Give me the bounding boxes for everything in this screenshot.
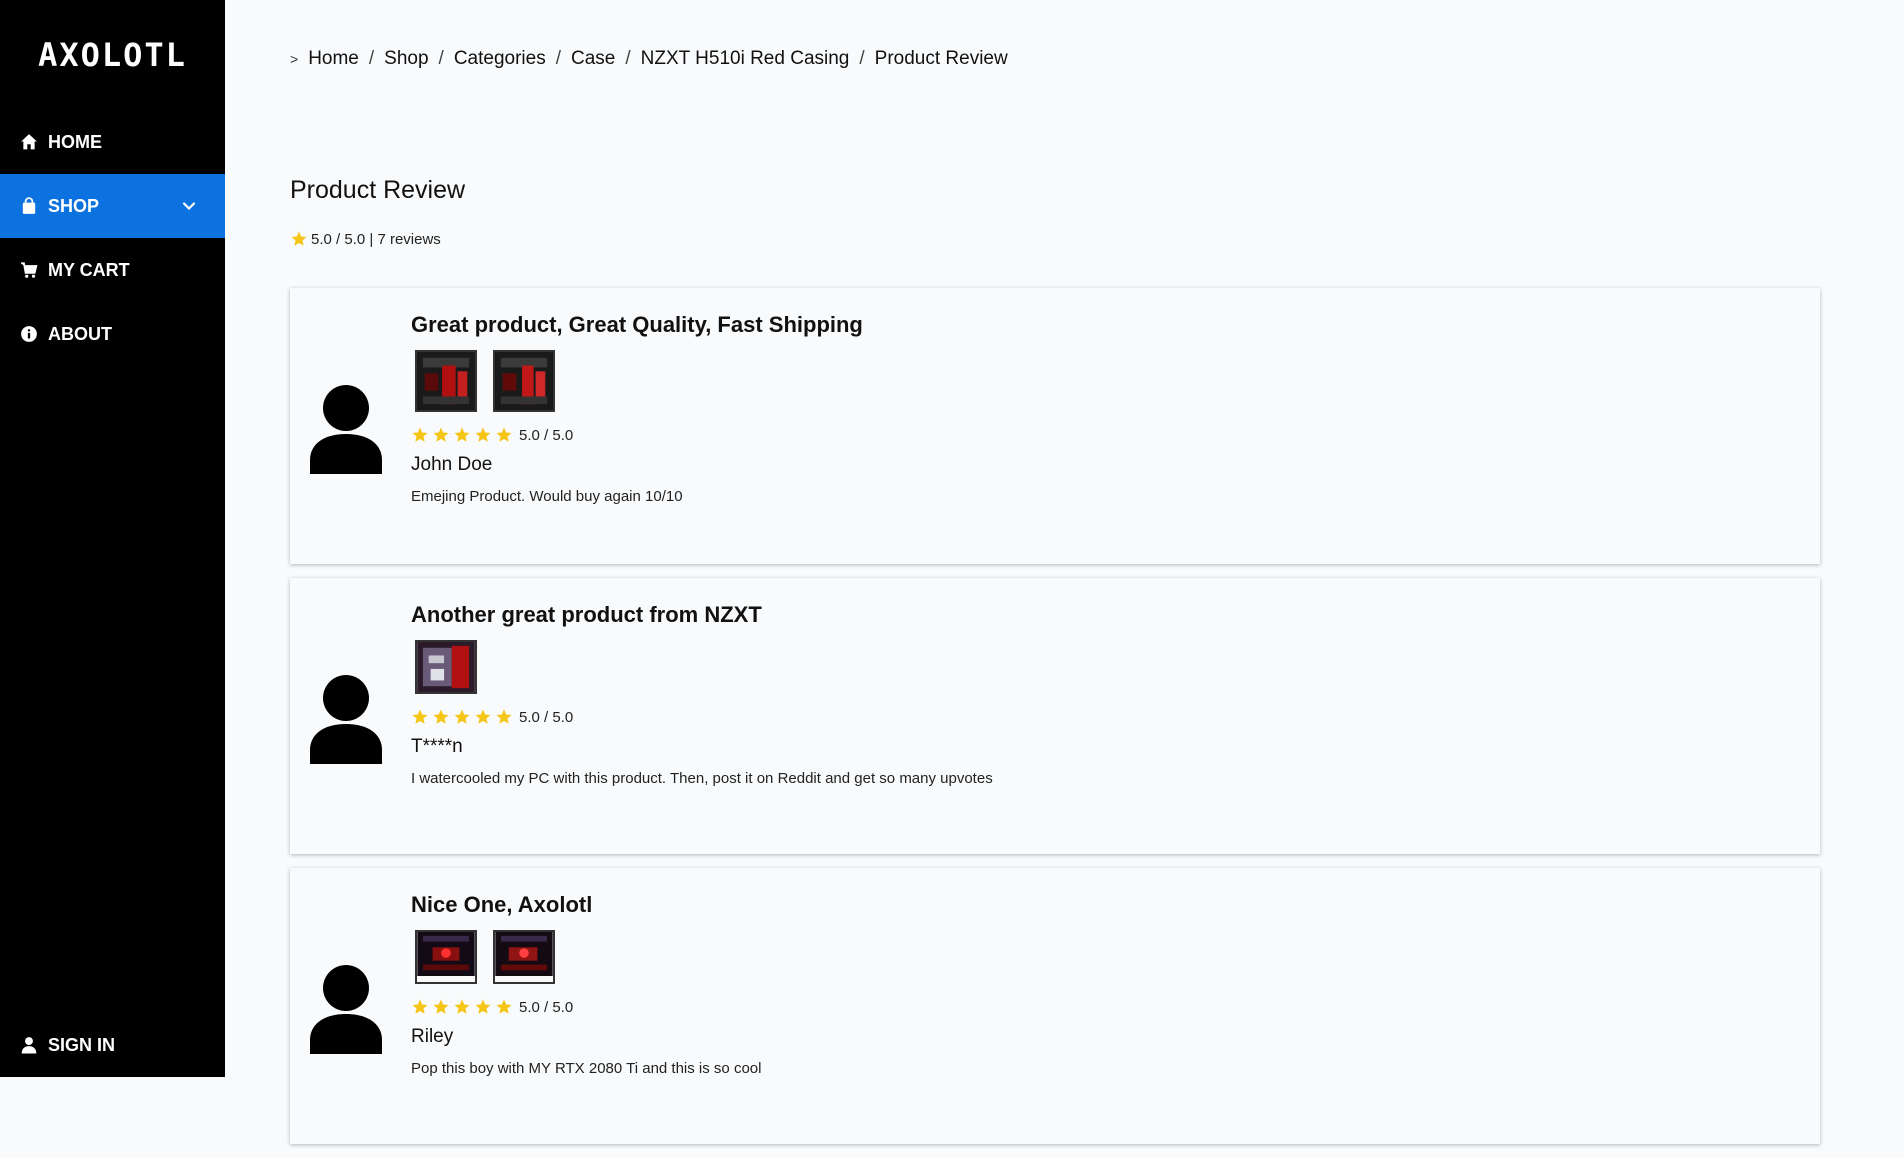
- star-icon: [412, 709, 428, 724]
- review-card: Another great product from NZXT 5.0 / 5.…: [290, 578, 1820, 854]
- star-icon: [412, 427, 428, 442]
- reviewer-name: T****n: [411, 736, 463, 757]
- review-title: Another great product from NZXT: [411, 602, 762, 627]
- review-photo-thumbnail[interactable]: [493, 930, 555, 984]
- avatar: [310, 675, 382, 764]
- review-title: Nice One, Axolotl: [411, 892, 593, 917]
- review-rating: 5.0 / 5.0: [411, 708, 1800, 726]
- review-photos: [411, 930, 1800, 984]
- review-photo-thumbnail[interactable]: [415, 930, 477, 984]
- review-photo-thumbnail[interactable]: [415, 350, 477, 412]
- breadcrumb-product[interactable]: NZXT H510i Red Casing: [641, 48, 850, 70]
- main-content: > Home / Shop / Categories / Case / NZXT…: [225, 0, 1904, 1144]
- review-comment: Emejing Product. Would buy again 10/10: [411, 488, 683, 505]
- star-icon: [496, 999, 512, 1014]
- breadcrumb-home[interactable]: Home: [308, 48, 359, 70]
- sidebar-item-home[interactable]: HOME: [0, 110, 225, 174]
- review-list: Great product, Great Quality, Fast Shipp…: [290, 288, 1820, 1158]
- info-icon: [20, 325, 38, 343]
- breadcrumb-case[interactable]: Case: [571, 48, 615, 70]
- page-title: Product Review: [290, 176, 466, 204]
- star-icon: [496, 427, 512, 442]
- review-rating: 5.0 / 5.0: [411, 998, 1800, 1016]
- star-icon: [433, 427, 449, 442]
- review-photo-thumbnail[interactable]: [415, 640, 477, 694]
- review-card: Nice One, Axolotl 5.0 / 5.0 Riley Pop th…: [290, 868, 1820, 1144]
- cart-icon: [20, 261, 38, 279]
- shopping-bag-icon: [20, 197, 38, 215]
- breadcrumb-separator: /: [555, 48, 561, 69]
- sidebar-item-label: SHOP: [48, 195, 100, 216]
- chevron-down-icon[interactable]: [181, 198, 197, 214]
- review-rating-value: 5.0 / 5.0: [519, 426, 574, 444]
- summary-review-count: 7 reviews: [377, 230, 441, 248]
- star-icon: [454, 999, 470, 1014]
- breadcrumb-separator: /: [859, 48, 865, 69]
- star-icon: [412, 999, 428, 1014]
- reviewer-name: Riley: [411, 1026, 454, 1047]
- star-icon: [496, 709, 512, 724]
- sidebar-item-label: MY CART: [48, 259, 130, 280]
- home-icon: [20, 133, 38, 151]
- sidebar: AXOLOTL HOME SHOP MY CART ABOUT SIGN IN: [0, 0, 225, 1077]
- star-icon: [291, 231, 307, 246]
- star-icon: [475, 709, 491, 724]
- star-icon: [454, 427, 470, 442]
- breadcrumb-caret: >: [290, 51, 299, 67]
- review-card: Great product, Great Quality, Fast Shipp…: [290, 288, 1820, 564]
- star-icon: [454, 709, 470, 724]
- sidebar-item-label: ABOUT: [48, 323, 112, 344]
- reviewer-name: John Doe: [411, 454, 493, 475]
- summary-rating: 5.0 / 5.0: [311, 230, 366, 248]
- review-rating-value: 5.0 / 5.0: [519, 708, 574, 726]
- review-rating: 5.0 / 5.0: [411, 426, 1800, 444]
- review-rating-value: 5.0 / 5.0: [519, 998, 574, 1016]
- sign-in-label: SIGN IN: [48, 1034, 116, 1055]
- breadcrumb-separator: /: [625, 48, 631, 69]
- review-comment: Pop this boy with MY RTX 2080 Ti and thi…: [411, 1060, 762, 1077]
- rating-summary: 5.0 / 5.0 | 7 reviews: [290, 230, 441, 248]
- star-icon: [433, 999, 449, 1014]
- star-icon: [433, 709, 449, 724]
- brand-logo[interactable]: AXOLOTL: [0, 0, 225, 110]
- breadcrumb-categories[interactable]: Categories: [454, 48, 546, 70]
- review-photos: [411, 640, 1800, 694]
- sidebar-item-shop[interactable]: SHOP: [0, 174, 225, 238]
- breadcrumb-separator: /: [438, 48, 444, 69]
- user-icon: [20, 1036, 38, 1054]
- breadcrumb-current: Product Review: [874, 48, 1008, 69]
- review-comment: I watercooled my PC with this product. T…: [411, 770, 993, 787]
- breadcrumb-shop[interactable]: Shop: [384, 48, 428, 70]
- review-title: Great product, Great Quality, Fast Shipp…: [411, 312, 863, 337]
- review-photo-thumbnail[interactable]: [493, 350, 555, 412]
- sidebar-item-my-cart[interactable]: MY CART: [0, 238, 225, 302]
- avatar: [310, 385, 382, 474]
- sidebar-item-label: HOME: [48, 131, 102, 152]
- breadcrumb: > Home / Shop / Categories / Case / NZXT…: [290, 48, 1008, 70]
- breadcrumb-separator: /: [368, 48, 375, 69]
- sidebar-item-about[interactable]: ABOUT: [0, 302, 225, 366]
- summary-divider: |: [365, 230, 378, 248]
- sign-in-button[interactable]: SIGN IN: [0, 1013, 225, 1077]
- review-photos: [411, 350, 1800, 412]
- star-icon: [475, 427, 491, 442]
- avatar: [310, 965, 382, 1054]
- star-icon: [475, 999, 491, 1014]
